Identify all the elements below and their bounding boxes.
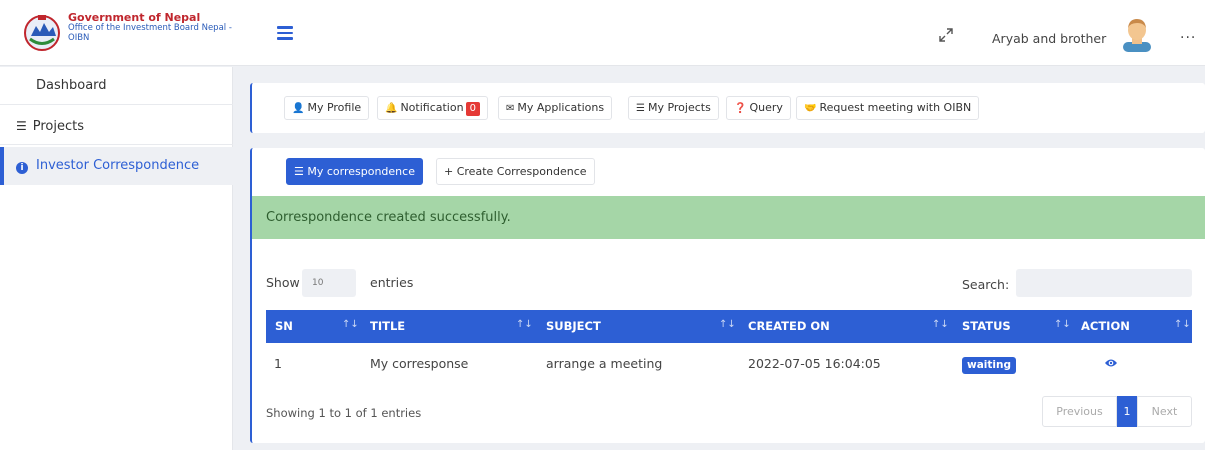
view-eye-icon[interactable] bbox=[1104, 358, 1118, 368]
success-alert: Correspondence created successfully. bbox=[252, 196, 1205, 239]
brand-title[interactable]: Government of Nepal Office of the Invest… bbox=[68, 11, 232, 43]
my-applications-button[interactable]: ✉ My Applications bbox=[498, 96, 613, 120]
notification-button[interactable]: 🔔 Notification 0 bbox=[377, 96, 488, 120]
show-label: Show bbox=[266, 275, 300, 290]
page-1-button[interactable]: 1 bbox=[1117, 396, 1137, 427]
cell-title: My corresponse bbox=[370, 356, 469, 371]
column-header-created-on[interactable]: CREATED ON bbox=[748, 310, 830, 343]
sidebar: Dashboard ☰ Projects i Investor Correspond… bbox=[0, 67, 233, 450]
avatar[interactable] bbox=[1120, 16, 1154, 52]
list-icon: ☰ bbox=[294, 165, 308, 178]
notification-count-badge: 0 bbox=[465, 102, 480, 116]
tab-create-correspondence[interactable]: + Create Correspondence bbox=[436, 158, 595, 185]
query-button[interactable]: ❓ Query bbox=[726, 96, 791, 120]
more-options-icon[interactable]: ··· bbox=[1180, 30, 1196, 46]
cell-sn: 1 bbox=[274, 356, 282, 371]
my-profile-button[interactable]: 👤 My Profile bbox=[284, 96, 370, 120]
sort-icon[interactable]: ↑↓ bbox=[1174, 310, 1191, 340]
request-meeting-button[interactable]: 🤝 Request meeting with OIBN bbox=[796, 96, 980, 120]
cell-created-on: 2022-07-05 16:04:05 bbox=[748, 356, 881, 371]
sidebar-item-label: Investor Correspondence bbox=[36, 158, 200, 173]
cell-status: waiting bbox=[962, 346, 1016, 382]
sidebar-item-investor-correspondence[interactable]: i Investor Correspondence bbox=[0, 147, 233, 185]
table-info: Showing 1 to 1 of 1 entries bbox=[266, 406, 422, 420]
info-icon: i bbox=[16, 162, 28, 174]
sidebar-item-label: Projects bbox=[32, 119, 85, 134]
bell-icon: 🔔 bbox=[385, 103, 398, 114]
sort-icon[interactable]: ↑↓ bbox=[342, 310, 359, 340]
brand-line-3: OIBN bbox=[68, 33, 90, 43]
page-size-select[interactable]: 10 bbox=[302, 269, 356, 297]
top-header: Government of Nepal Office of the Invest… bbox=[0, 0, 1205, 66]
question-icon: ❓ bbox=[734, 103, 747, 114]
sort-icon[interactable]: ↑↓ bbox=[719, 310, 736, 340]
nepal-emblem-icon[interactable] bbox=[22, 12, 62, 52]
user-icon: 👤 bbox=[292, 103, 305, 114]
previous-page-button[interactable]: Previous bbox=[1042, 396, 1117, 427]
plus-icon: + bbox=[444, 165, 457, 178]
next-page-button[interactable]: Next bbox=[1137, 396, 1192, 427]
sidebar-item-dashboard[interactable]: Dashboard bbox=[0, 67, 233, 105]
handshake-icon: 🤝 bbox=[804, 103, 817, 114]
menu-toggle-icon[interactable] bbox=[277, 26, 293, 40]
sort-icon[interactable]: ↑↓ bbox=[1054, 310, 1071, 340]
table-header: SN ↑↓ TITLE ↑↓ SUBJECT ↑↓ CREATED ON ↑↓ … bbox=[266, 310, 1192, 343]
sort-icon[interactable]: ↑↓ bbox=[932, 310, 949, 340]
correspondence-card: ☰ My correspondence + Create Corresponde… bbox=[250, 148, 1205, 443]
column-header-subject[interactable]: SUBJECT bbox=[546, 310, 601, 343]
list-icon: ☰ bbox=[636, 103, 645, 114]
sort-icon[interactable]: ↑↓ bbox=[516, 310, 533, 340]
column-header-action[interactable]: ACTION bbox=[1081, 310, 1130, 343]
cell-subject: arrange a meeting bbox=[546, 356, 663, 371]
status-badge: waiting bbox=[962, 357, 1016, 374]
column-header-title[interactable]: TITLE bbox=[370, 310, 405, 343]
my-projects-button[interactable]: ☰ My Projects bbox=[628, 96, 719, 120]
column-header-sn[interactable]: SN bbox=[275, 310, 293, 343]
brand-line-2: Office of the Investment Board Nepal - bbox=[68, 23, 232, 33]
entries-label: entries bbox=[370, 275, 414, 290]
brand-line-1: Government of Nepal bbox=[68, 11, 201, 24]
sidebar-item-projects[interactable]: ☰ Projects bbox=[0, 107, 233, 145]
profile-nav-card: 👤 My Profile 🔔 Notification 0 ✉ My Applicati… bbox=[250, 83, 1205, 133]
fullscreen-icon[interactable] bbox=[938, 27, 954, 43]
sidebar-item-label: Dashboard bbox=[36, 78, 107, 93]
list-icon: ☰ bbox=[16, 119, 27, 133]
envelope-icon: ✉ bbox=[506, 103, 515, 114]
table-row: 1 My corresponse arrange a meeting 2022-… bbox=[266, 346, 1192, 382]
user-name[interactable]: Aryab and brother bbox=[992, 31, 1106, 46]
tab-my-correspondence[interactable]: ☰ My correspondence bbox=[286, 158, 423, 185]
column-header-status[interactable]: STATUS bbox=[962, 310, 1011, 343]
search-label: Search: bbox=[962, 277, 1010, 292]
search-input[interactable] bbox=[1016, 269, 1192, 297]
